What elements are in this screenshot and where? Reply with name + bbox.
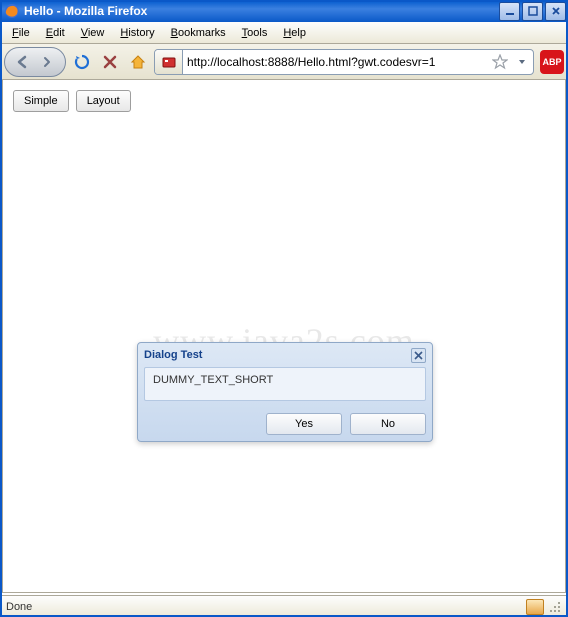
url-input[interactable] [183,50,489,74]
url-bar [154,49,534,75]
resize-grip-icon [548,600,562,614]
minimize-button[interactable] [499,2,520,21]
maximize-button[interactable] [522,2,543,21]
close-button[interactable] [545,2,566,21]
dialog-message: DUMMY_TEXT_SHORT [144,367,426,401]
menu-bookmarks[interactable]: Bookmarks [163,24,234,42]
adblock-icon[interactable]: ABP [540,50,564,74]
layout-button[interactable]: Layout [76,90,131,112]
bookmark-star-button[interactable] [489,51,511,73]
stop-button[interactable] [98,50,122,74]
dialog-yes-button[interactable]: Yes [266,413,342,435]
menu-tools[interactable]: Tools [234,24,276,42]
menu-file[interactable]: File [4,24,38,42]
window-title: Hello - Mozilla Firefox [24,4,499,18]
reload-button[interactable] [70,50,94,74]
menu-history[interactable]: History [112,24,162,42]
status-script-icon[interactable] [526,599,544,615]
dialog-test: Dialog Test DUMMY_TEXT_SHORT Yes No [137,342,433,442]
status-text: Done [6,601,526,613]
dialog-close-button[interactable] [411,348,426,363]
page-body: Simple Layout [3,80,565,122]
dialog-no-button[interactable]: No [350,413,426,435]
window-titlebar: Hello - Mozilla Firefox [0,0,568,22]
status-bar: Done [0,595,568,617]
dialog-footer: Yes No [138,407,432,441]
home-button[interactable] [126,50,150,74]
page-viewport: Simple Layout www.java2s.com Dialog Test… [2,80,566,593]
simple-button[interactable]: Simple [13,90,69,112]
navigation-toolbar: ABP [0,44,568,80]
menu-view[interactable]: View [73,24,113,42]
dropdown-history-button[interactable] [511,51,533,73]
nav-back-forward [4,47,66,77]
menu-help[interactable]: Help [275,24,314,42]
adblock-label: ABP [542,57,561,67]
firefox-icon [4,3,20,19]
site-icon [162,55,176,69]
dialog-title: Dialog Test [144,349,411,361]
menu-bar: File Edit View History Bookmarks Tools H… [0,22,568,44]
menu-edit[interactable]: Edit [38,24,73,42]
back-button[interactable] [13,52,33,72]
dialog-header[interactable]: Dialog Test [138,343,432,367]
close-icon [414,351,423,360]
window-controls [499,2,566,21]
site-identity-button[interactable] [155,50,183,74]
forward-button[interactable] [37,52,57,72]
status-right [526,599,562,615]
